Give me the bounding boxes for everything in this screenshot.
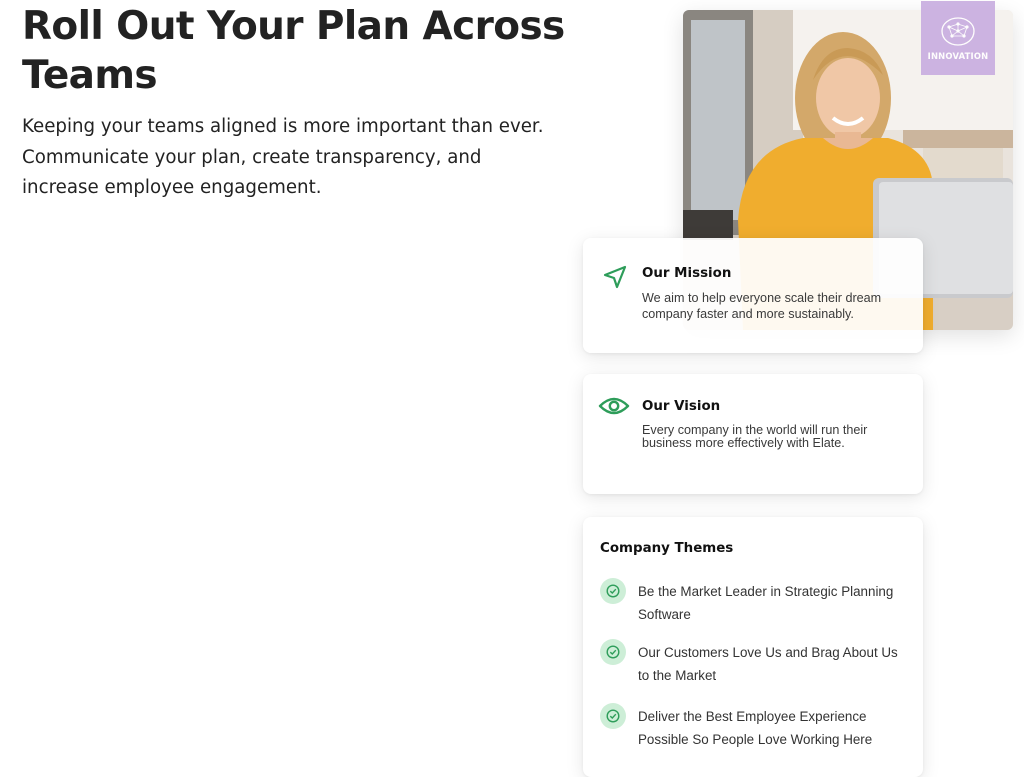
mission-title: Our Mission bbox=[642, 266, 732, 281]
company-themes-card: Company Themes Be the Market Leader in S… bbox=[583, 517, 923, 777]
page-title: Roll Out Your Plan Across Teams bbox=[22, 4, 565, 98]
theme-label: Our Customers Love Us and Brag About Us … bbox=[638, 645, 898, 683]
innovation-badge: INNOVATION bbox=[921, 1, 995, 75]
mission-text: We aim to help everyone scale their drea… bbox=[642, 291, 882, 321]
check-circle-icon bbox=[600, 703, 626, 729]
themes-title: Company Themes bbox=[600, 541, 734, 556]
check-circle-icon bbox=[600, 639, 626, 665]
page-subtitle: Keeping your teams aligned is more impor… bbox=[22, 116, 544, 198]
theme-label: Be the Market Leader in Strategic Planni… bbox=[638, 584, 894, 622]
check-circle-icon bbox=[600, 578, 626, 604]
send-arrow-icon bbox=[602, 264, 628, 295]
badge-label: INNOVATION bbox=[927, 51, 989, 61]
mission-card: Our Mission We aim to help everyone scal… bbox=[583, 238, 923, 353]
eye-icon bbox=[598, 395, 630, 422]
theme-label: Deliver the Best Employee Experience Pos… bbox=[638, 709, 873, 747]
brain-network-icon bbox=[941, 17, 975, 46]
vision-title: Our Vision bbox=[642, 399, 721, 414]
vision-text: Every company in the world will run thei… bbox=[642, 423, 868, 450]
vision-card: Our Vision Every company in the world wi… bbox=[583, 374, 923, 494]
